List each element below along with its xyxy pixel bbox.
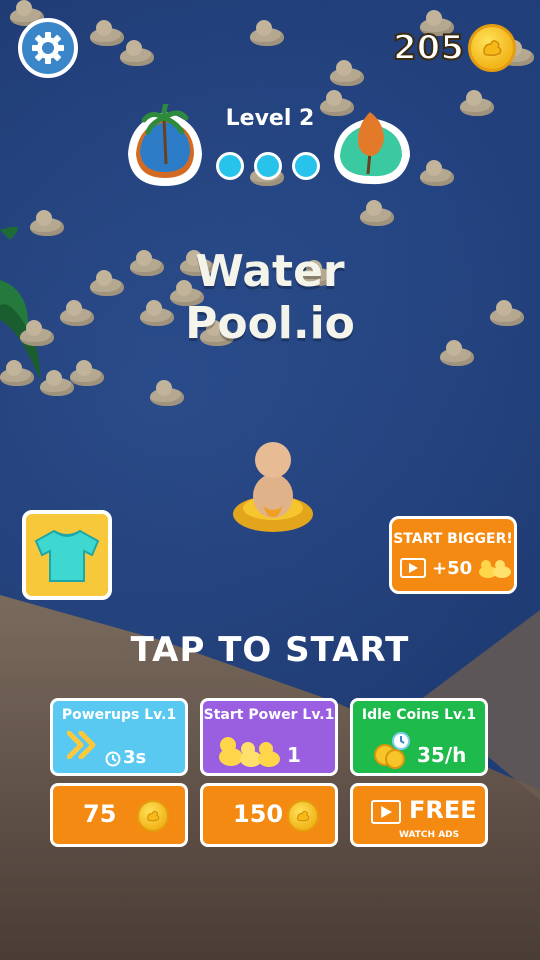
island-tree-icon [334,112,410,185]
upgrade-name: Idle Coins Lv.1 [361,707,477,723]
rubber-duck [460,90,494,116]
progress-dot [216,152,244,180]
settings-button[interactable] [18,18,78,78]
progress-dot [292,152,320,180]
watch-ads-label: WATCH ADS [399,830,460,840]
rubber-duck [150,380,184,406]
progress-dot [254,152,282,180]
ducks-icon [219,737,280,767]
upgrade-name: Powerups Lv.1 [61,707,177,723]
rubber-duck [250,20,284,46]
video-ad-icon [371,800,401,824]
upgrade-name: Start Power Lv.1 [203,707,335,723]
free-label: FREE [409,796,477,824]
coin-amount: 205 [392,27,465,69]
rubber-duck [420,160,454,186]
upgrade-card-start-power[interactable]: Start Power Lv.1 1 [200,698,338,776]
upgrade-card-powerups[interactable]: Powerups Lv.1 3s [50,698,188,776]
upgrade-value: 3s [123,747,147,768]
coin-icon [137,800,169,832]
price-label: 150 [233,800,284,828]
upgrade-value: 1 [287,743,301,767]
clock-icon [105,751,121,767]
title-line-2: Pool.io [185,298,355,349]
level-progress: Level 2 [120,100,420,200]
coin-counter: 205 [392,24,516,72]
coins-clock-icon [374,732,410,769]
upgrade-value: 35/h [417,743,467,767]
rubber-duck [0,360,34,386]
rubber-duck [90,20,124,46]
rubber-duck [330,60,364,86]
price-label: 75 [83,800,117,828]
start-bigger-label: START BIGGER! [393,531,513,547]
video-ad-icon [400,558,426,578]
game-title: Water Pool.io [0,246,540,350]
rubber-duck [360,200,394,226]
rubber-duck [120,40,154,66]
rubber-duck [30,210,64,236]
tshirt-icon [34,529,100,582]
buy-start-power-button[interactable]: 150 [200,783,338,847]
gear-icon [32,32,64,64]
tap-to-start[interactable]: TAP TO START [0,630,540,670]
start-bigger-bonus: +50 [432,557,473,579]
upgrade-card-idle-coins[interactable]: Idle Coins Lv.1 35/h [350,698,488,776]
progress-dots [216,152,320,180]
coin-icon [287,800,319,832]
ducks-icon [479,560,512,578]
rubber-duck [70,360,104,386]
skin-shop-button[interactable] [22,510,112,600]
buy-powerups-button[interactable]: 75 [50,783,188,847]
rubber-duck [40,370,74,396]
player-character [233,442,313,532]
chevrons-icon [67,731,96,759]
watch-ad-free-button[interactable]: FREE WATCH ADS [350,783,488,847]
title-line-1: Water [195,246,345,297]
coin-icon [468,24,516,72]
start-bigger-button[interactable]: START BIGGER! +50 [389,516,517,594]
